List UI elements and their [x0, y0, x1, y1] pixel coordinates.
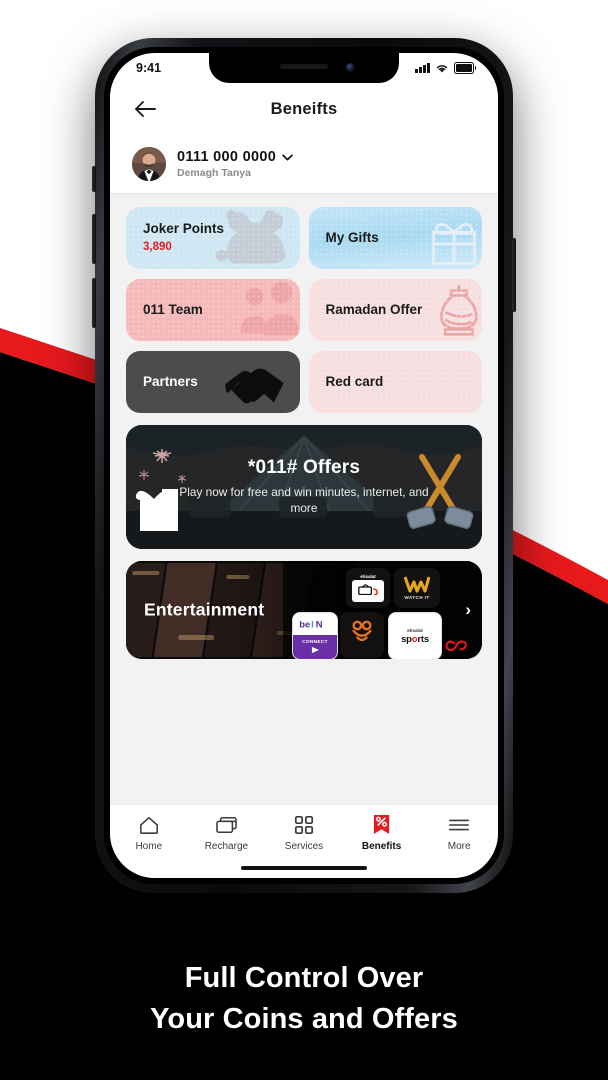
offers-subtitle: Play now for free and win minutes, inter…: [179, 485, 429, 515]
msisdn-row[interactable]: 0111 000 0000: [177, 149, 293, 165]
logo-watch-it[interactable]: WATCH IT: [394, 568, 440, 608]
phone-notch: [209, 53, 399, 83]
earpiece-speaker: [280, 64, 328, 69]
logo-mixing[interactable]: [340, 612, 384, 658]
tile-partners[interactable]: Partners: [126, 351, 300, 413]
nav-item-services[interactable]: Services: [265, 814, 343, 852]
offers-banner[interactable]: *011# Offers Play now for free and win m…: [126, 425, 482, 549]
avatar[interactable]: [132, 147, 166, 181]
status-indicators: [415, 62, 477, 74]
status-time: 9:41: [136, 61, 162, 75]
logo-etisalat-tv[interactable]: etisalat: [346, 568, 390, 608]
tile-label: Partners: [143, 373, 198, 389]
tile-value: 3,890: [143, 241, 172, 254]
e-and-logo: [445, 640, 467, 652]
percent-badge-icon: [372, 814, 391, 835]
app-header: Beneifts: [110, 83, 498, 135]
profile-text: 0111 000 0000 Demagh Tanya: [177, 149, 293, 179]
power-button[interactable]: [512, 238, 516, 312]
tile-ramadan-offer[interactable]: Ramadan Offer: [308, 279, 482, 341]
team-icon: [241, 281, 300, 336]
watchit-w-icon: [404, 576, 430, 593]
profile-row[interactable]: 0111 000 0000 Demagh Tanya: [110, 135, 498, 193]
tv-icon: [358, 584, 378, 596]
profile-name: Demagh Tanya: [177, 167, 251, 179]
tile-label: My Gifts: [325, 229, 379, 245]
entertainment-title: Entertainment: [144, 599, 265, 620]
volume-up-button[interactable]: [92, 214, 96, 264]
nav-label: Recharge: [204, 841, 249, 852]
silent-switch[interactable]: [92, 166, 96, 192]
msisdn-value: 0111 000 0000: [177, 149, 277, 165]
bein-wordmark-icon: be I N: [299, 619, 323, 630]
volume-down-button[interactable]: [92, 278, 96, 328]
tile-text: 011 Team: [126, 302, 203, 319]
handshake-icon: [225, 368, 284, 404]
svg-text:be: be: [299, 619, 310, 630]
logo-sub: etisalat: [407, 627, 423, 633]
tile-text: Joker Points 3,890: [126, 221, 224, 254]
signal-bars-icon: [415, 63, 430, 73]
tile-text: Partners: [126, 374, 198, 391]
caption-line-2: Your Coins and Offers: [150, 1002, 458, 1035]
offers-text: *011# Offers Play now for free and win m…: [126, 425, 482, 549]
home-icon: [138, 814, 160, 835]
tile-label: Red card: [325, 373, 384, 389]
scroll-content[interactable]: Joker Points 3,890 My Gifts 011 Team Ram…: [110, 193, 498, 804]
tile-label: 011 Team: [143, 301, 203, 317]
tile-text: My Gifts: [309, 230, 379, 247]
logo-sub: CONNECT: [302, 640, 328, 645]
nav-label: More: [447, 841, 471, 852]
tile-011-team[interactable]: 011 Team: [126, 279, 300, 341]
tile-red-card[interactable]: Red card: [308, 351, 482, 413]
nav-item-home[interactable]: Home: [110, 814, 188, 852]
tile-text: Ramadan Offer: [309, 302, 423, 319]
benefit-tiles-grid: Joker Points 3,890 My Gifts 011 Team Ram…: [126, 207, 482, 413]
nav-item-more[interactable]: More: [420, 814, 498, 852]
nav-label: Services: [284, 841, 324, 852]
entertainment-logos: etisalat WATCH IT be I N CONNECT etisala…: [292, 568, 448, 659]
chevron-down-icon[interactable]: [282, 154, 293, 161]
nav-item-benefits[interactable]: Benefits: [343, 814, 421, 852]
front-camera-icon: [346, 63, 355, 72]
caption-line-1: Full Control Over: [184, 961, 424, 994]
poster-caption: Full Control Over Your Coins and Offers: [0, 958, 608, 1040]
page-title: Beneifts: [270, 99, 338, 118]
logo-sub: [361, 646, 362, 651]
sports-wordmark: sports: [401, 633, 429, 645]
logo-sub: WATCH IT: [404, 595, 430, 600]
logo-etisalat-sports[interactable]: etisalat sports: [388, 612, 442, 659]
nav-label: Home: [135, 841, 163, 852]
chevron-right-icon[interactable]: ›: [465, 600, 471, 620]
tile-label: Joker Points: [143, 221, 225, 237]
tile-label: Ramadan Offer: [325, 301, 423, 317]
back-arrow-icon[interactable]: [130, 94, 160, 124]
recharge-cards-icon: [215, 814, 238, 835]
svg-text:N: N: [316, 619, 323, 630]
phone-mockup: 9:41 Beneifts 0111 000 0000 Demagh Tanya…: [92, 38, 516, 893]
tile-text: Red card: [309, 374, 384, 391]
nav-label: Benefits: [361, 841, 402, 852]
tile-joker-points[interactable]: Joker Points 3,890: [126, 207, 300, 269]
entertainment-banner[interactable]: Entertainment etisalat WATCH IT be I N C…: [126, 561, 482, 659]
tile-my-gifts[interactable]: My Gifts: [308, 207, 482, 269]
nav-item-recharge[interactable]: Recharge: [188, 814, 266, 852]
gift-box-icon: [431, 222, 476, 265]
mixing-mark-icon: [352, 620, 372, 642]
wifi-icon: [436, 64, 448, 73]
svg-text:I: I: [311, 619, 314, 630]
play-icon: [311, 646, 319, 654]
grid-squares-icon: [294, 814, 314, 835]
phone-screen: 9:41 Beneifts 0111 000 0000 Demagh Tanya…: [110, 53, 498, 878]
offers-title: *011# Offers: [247, 457, 361, 479]
logo-sub: etisalat: [360, 574, 376, 579]
logo-bein-connect[interactable]: be I N CONNECT: [292, 612, 338, 659]
home-indicator[interactable]: [241, 865, 367, 870]
battery-full-icon: [454, 62, 477, 74]
phone-bezel: 9:41 Beneifts 0111 000 0000 Demagh Tanya…: [104, 47, 504, 884]
hamburger-menu-icon: [448, 814, 470, 835]
